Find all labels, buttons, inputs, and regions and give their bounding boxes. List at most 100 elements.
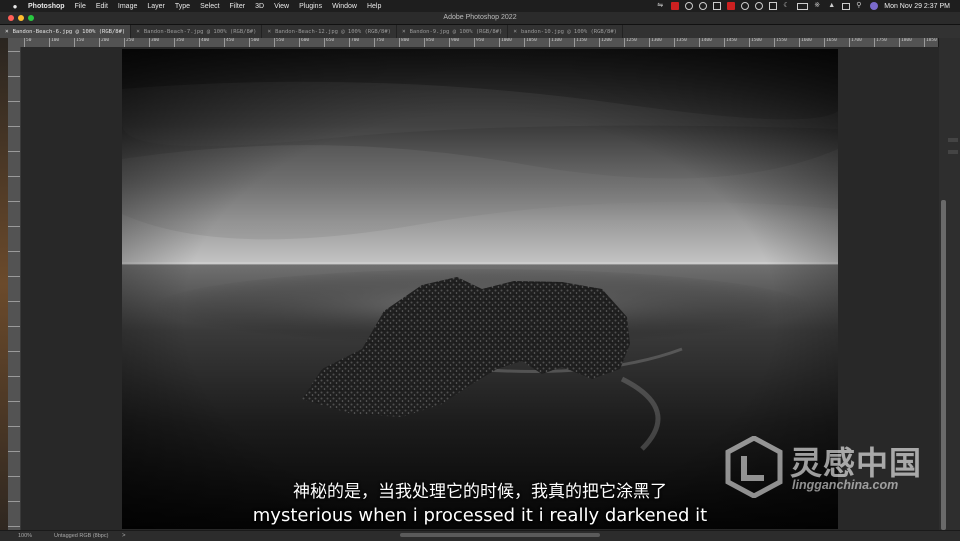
record-icon[interactable]: [727, 2, 736, 10]
ruler-tick-label: 450: [224, 38, 234, 47]
close-tab-icon[interactable]: ×: [402, 28, 406, 35]
ruler-tick-label: 850: [424, 38, 434, 47]
ruler-tick-label: 1000: [499, 38, 512, 47]
window-titlebar: Adobe Photoshop 2022: [0, 12, 960, 25]
ruler-tick-label: 1250: [624, 38, 637, 47]
ruler-tick: [8, 251, 20, 253]
ruler-tick-label: 1300: [649, 38, 662, 47]
tab-bandon-beach-6[interactable]: × Bandon-Beach-6.jpg @ 100% (RGB/8#): [0, 25, 132, 38]
close-tab-icon[interactable]: ×: [5, 28, 9, 35]
ruler-tick-label: 1350: [674, 38, 687, 47]
ruler-tick-label: 550: [274, 38, 284, 47]
menu-help[interactable]: Help: [367, 3, 381, 10]
grid-icon[interactable]: [713, 2, 722, 10]
menu-view[interactable]: View: [274, 3, 289, 10]
wifi-icon[interactable]: ▲: [828, 2, 836, 10]
siri-icon[interactable]: [870, 2, 879, 10]
desktop-edge: [0, 38, 8, 530]
ruler-tick: [8, 301, 20, 303]
play-icon[interactable]: [755, 2, 764, 10]
close-tab-icon[interactable]: ×: [267, 28, 271, 35]
panel-tab-fragment[interactable]: [948, 150, 958, 154]
ruler-tick-label: 1050: [524, 38, 537, 47]
creative-cloud-icon[interactable]: [685, 2, 694, 10]
ruler-tick-label: 1850: [924, 38, 937, 47]
menu-plugins[interactable]: Plugins: [299, 3, 322, 10]
ruler-tick-label: 250: [124, 38, 134, 47]
tab-bandon-10[interactable]: × bandon-10.jpg @ 100% (RGB/8#): [508, 25, 623, 38]
tab-label: Bandon-9.jpg @ 100% (RGB/8#): [409, 28, 503, 35]
ruler-tick-label: 650: [324, 38, 334, 47]
ruler-tick: [8, 451, 20, 453]
vertical-ruler[interactable]: [8, 47, 21, 530]
apple-icon[interactable]: ●: [10, 2, 20, 11]
tab-label: Bandon-Beach-6.jpg @ 100% (RGB/8#): [12, 28, 126, 35]
ruler-tick-label: 150: [74, 38, 84, 47]
menu-file[interactable]: File: [75, 3, 86, 10]
ruler-tick-label: 1550: [774, 38, 787, 47]
ruler-origin[interactable]: [8, 38, 20, 47]
ruler-tick-label: 1700: [849, 38, 862, 47]
time-machine-icon[interactable]: [741, 2, 750, 10]
horizontal-scrollbar[interactable]: [400, 533, 600, 537]
tab-label: Bandon-Beach-12.jpg @ 100% (RGB/8#): [275, 28, 391, 35]
close-tab-icon[interactable]: ×: [136, 28, 140, 35]
menu-3d[interactable]: 3D: [255, 3, 264, 10]
tab-label: bandon-10.jpg @ 100% (RGB/8#): [520, 28, 617, 35]
search-icon[interactable]: ⚲: [856, 2, 864, 10]
menu-app-name[interactable]: Photoshop: [28, 3, 65, 10]
battery-icon[interactable]: [797, 2, 809, 10]
ruler-tick-label: 950: [474, 38, 484, 47]
ruler-tick: [8, 476, 20, 478]
ruler-tick-label: 1800: [899, 38, 912, 47]
ruler-tick-label: 300: [149, 38, 159, 47]
ruler-tick-label: 750: [374, 38, 384, 47]
ruler-tick-label: 800: [399, 38, 409, 47]
status-area: ⇋ ☾ ※ ▲ ⚲ Mon Nov 29 2:37 PM: [657, 0, 950, 12]
moon-icon[interactable]: ☾: [783, 2, 791, 10]
ruler-tick-label: 200: [99, 38, 109, 47]
menu-image[interactable]: Image: [118, 3, 137, 10]
tab-bandon-beach-12[interactable]: × Bandon-Beach-12.jpg @ 100% (RGB/8#): [262, 25, 397, 38]
ruler-tick-label: 1650: [824, 38, 837, 47]
control-center-icon[interactable]: [842, 2, 851, 10]
bluetooth-icon[interactable]: ※: [814, 2, 822, 10]
watermark-url: lingganchina.com: [792, 478, 899, 492]
tab-bandon-9[interactable]: × Bandon-9.jpg @ 100% (RGB/8#): [397, 25, 509, 38]
ruler-tick-label: 350: [174, 38, 184, 47]
share-icon[interactable]: ⇋: [657, 2, 665, 10]
ruler-tick-label: 50: [24, 38, 31, 47]
status-menu-arrow[interactable]: >: [122, 533, 126, 539]
ruler-tick: [8, 426, 20, 428]
ruler-tick-label: 400: [199, 38, 209, 47]
sync-icon[interactable]: [699, 2, 708, 10]
menu-select[interactable]: Select: [200, 3, 219, 10]
ruler-tick: [8, 151, 20, 153]
ruler-tick-label: 600: [299, 38, 309, 47]
menu-type[interactable]: Type: [175, 3, 190, 10]
menu-filter[interactable]: Filter: [230, 3, 246, 10]
menu-layer[interactable]: Layer: [147, 3, 165, 10]
ruler-tick: [8, 51, 20, 53]
ruler-tick: [8, 326, 20, 328]
tab-bandon-beach-7[interactable]: × Bandon-Beach-7.jpg @ 100% (RGB/8#): [131, 25, 263, 38]
close-tab-icon[interactable]: ×: [513, 28, 517, 35]
menu-window[interactable]: Window: [332, 3, 357, 10]
ruler-tick-label: 1100: [549, 38, 562, 47]
window-title: Adobe Photoshop 2022: [443, 14, 517, 21]
ruler-tick: [8, 376, 20, 378]
ruler-tick-label: 500: [249, 38, 259, 47]
panel-tab-fragment[interactable]: [948, 138, 958, 142]
ruler-tick: [8, 76, 20, 78]
ruler-tick: [8, 226, 20, 228]
window-icon[interactable]: [769, 2, 778, 10]
menu-edit[interactable]: Edit: [96, 3, 108, 10]
adobe-app-icon[interactable]: [671, 2, 680, 10]
clock[interactable]: Mon Nov 29 2:37 PM: [884, 3, 950, 10]
ruler-tick-label: 700: [349, 38, 359, 47]
ruler-tick-label: 1750: [874, 38, 887, 47]
document-tabs: × Bandon-Beach-6.jpg @ 100% (RGB/8#) × B…: [0, 25, 960, 38]
zoom-level[interactable]: 100%: [18, 533, 54, 539]
ruler-tick-label: 1450: [724, 38, 737, 47]
ruler-tick-label: 100: [49, 38, 59, 47]
